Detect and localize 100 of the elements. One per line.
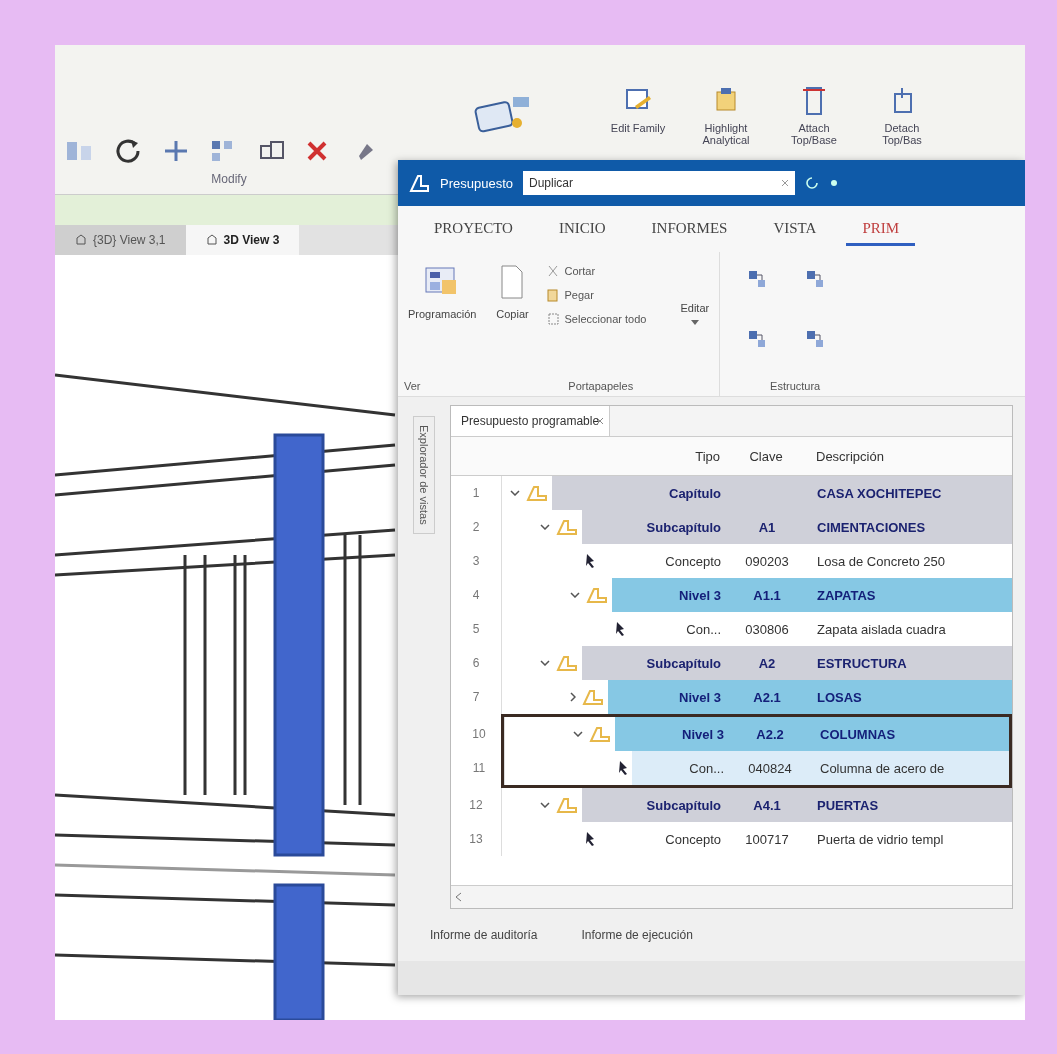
table-cell: ESTRUCTURA	[807, 646, 1012, 680]
report-tab[interactable]: Informe de ejecución	[579, 924, 695, 946]
table-cell: A4.1	[727, 788, 807, 822]
group-label: Portapapeles	[568, 380, 634, 392]
table-cell: A1.1	[727, 578, 807, 612]
window-title: Presupuesto	[440, 175, 513, 191]
pointer-icon	[586, 832, 595, 846]
table-cell: A2.1	[727, 680, 807, 714]
table-cell-text: Concepto	[664, 830, 722, 849]
chevron-right-icon[interactable]	[570, 692, 576, 702]
group-label: Estructura	[769, 380, 822, 392]
chevron-down-icon[interactable]	[540, 802, 550, 808]
table-cell: LOSAS	[807, 680, 1012, 714]
ribbon-tab[interactable]: INFORMES	[635, 212, 744, 246]
report-tab[interactable]: Informe de auditoría	[428, 924, 540, 946]
table-cell-text: Losa de Concreto 250	[816, 552, 946, 571]
chevron-down-icon[interactable]	[510, 490, 520, 496]
row-number: 4	[451, 578, 502, 612]
chevron-down-icon[interactable]	[570, 592, 580, 598]
side-panel-tab[interactable]: Explorador de vistas	[413, 416, 435, 534]
view-tab[interactable]: 3D View 3	[185, 225, 300, 255]
ribbon-tab[interactable]: PROYECTO	[418, 212, 529, 246]
table-cell-text: Zapata aislada cuadra	[816, 620, 947, 639]
column-header[interactable]: Clave	[726, 448, 806, 464]
attach-button[interactable]: Attach Top/Base	[779, 85, 849, 146]
chevron-down-icon[interactable]	[540, 524, 550, 530]
clear-icon[interactable]	[781, 179, 789, 187]
table-cell: Nivel 3	[608, 680, 727, 714]
table-cell: Nivel 3	[612, 578, 727, 612]
panel-title: Modify	[211, 172, 247, 186]
row-number: 13	[451, 822, 502, 856]
table-cell: COLUMNAS	[810, 717, 1009, 751]
refresh-icon[interactable]	[805, 176, 819, 190]
pointer-icon	[616, 622, 625, 636]
cut-button[interactable]: Cortar	[544, 262, 649, 280]
table-cell: Capítulo	[552, 476, 727, 510]
folder-icon	[589, 725, 611, 743]
folder-icon	[556, 654, 578, 672]
select-all-button[interactable]: Seleccionar todo	[544, 310, 649, 328]
document-tab[interactable]: Presupuesto programable	[451, 406, 611, 436]
schedule-button[interactable]: Programación	[404, 258, 481, 324]
row-number: 1	[451, 476, 502, 510]
dot-icon[interactable]	[829, 178, 839, 188]
chevron-down-icon[interactable]	[573, 731, 583, 737]
folder-icon	[586, 586, 608, 604]
table-cell: Nivel 3	[615, 717, 730, 751]
table-cell-text: 090203	[744, 552, 790, 571]
folder-icon	[556, 518, 578, 536]
table-cell-text: Concepto	[664, 552, 722, 571]
table-cell: CIMENTACIONES	[807, 510, 1012, 544]
row-number: 2	[451, 510, 502, 544]
table-cell: A2.2	[730, 717, 810, 751]
horizontal-scrollbar[interactable]	[451, 885, 1012, 908]
folder-icon	[556, 796, 578, 814]
table-cell: Columna de acero de	[810, 751, 1009, 785]
caret-icon	[690, 320, 699, 325]
table-cell: Subcapítulo	[582, 646, 727, 680]
edit-family-button[interactable]: Edit Family	[603, 85, 673, 146]
table-cell: ZAPATAS	[807, 578, 1012, 612]
table-cell: Subcapítulo	[582, 788, 727, 822]
table-cell-text: 100717	[744, 830, 790, 849]
app-logo-icon	[408, 173, 430, 193]
detach-button[interactable]: Detach Top/Bas	[867, 85, 937, 146]
pointer-icon	[586, 554, 595, 568]
folder-icon	[526, 484, 548, 502]
row-number: 6	[451, 646, 502, 680]
table-cell-text: Puerta de vidrio templ	[816, 830, 945, 849]
ribbon-tab[interactable]: INICIO	[542, 212, 622, 246]
pointer-icon	[619, 761, 628, 775]
paste-button[interactable]: Pegar	[544, 286, 649, 304]
table-cell: Con...	[632, 751, 730, 785]
copy-button[interactable]: Copiar	[488, 258, 537, 324]
ribbon-tab[interactable]: PRIM	[846, 212, 916, 246]
row-number: 10	[454, 717, 505, 751]
column-header[interactable]: Descripción	[806, 448, 884, 464]
edit-menu-button[interactable]: Editar	[676, 298, 714, 329]
row-number: 5	[451, 612, 502, 646]
ribbon-tab[interactable]: VISTA	[757, 212, 833, 246]
clipboard-icon	[546, 288, 561, 302]
table-cell: PUERTAS	[807, 788, 1012, 822]
row-number: 11	[454, 751, 505, 785]
group-label: Ver	[404, 380, 421, 392]
delete-icon[interactable]	[305, 139, 329, 163]
table-cell: A2	[727, 646, 807, 680]
table-cell-text: Con...	[685, 620, 722, 639]
table-cell-text: 030806	[744, 620, 790, 639]
row-number: 12	[451, 788, 502, 822]
column-header[interactable]: Tipo	[501, 448, 726, 464]
table-cell: 040824	[730, 751, 810, 785]
search-field[interactable]: Duplicar	[523, 171, 795, 195]
row-number: 3	[451, 544, 502, 578]
selection-icon	[546, 312, 561, 326]
table-cell: CASA XOCHITEPEC	[807, 476, 1012, 510]
view-tab[interactable]: {3D} View 3,1	[55, 225, 186, 255]
folder-icon	[582, 688, 604, 706]
table-cell: A1	[727, 510, 807, 544]
highlight-button[interactable]: Highlight Analytical	[691, 85, 761, 146]
chevron-down-icon[interactable]	[540, 660, 550, 666]
table-cell: Subcapítulo	[582, 510, 727, 544]
row-number: 7	[451, 680, 502, 714]
